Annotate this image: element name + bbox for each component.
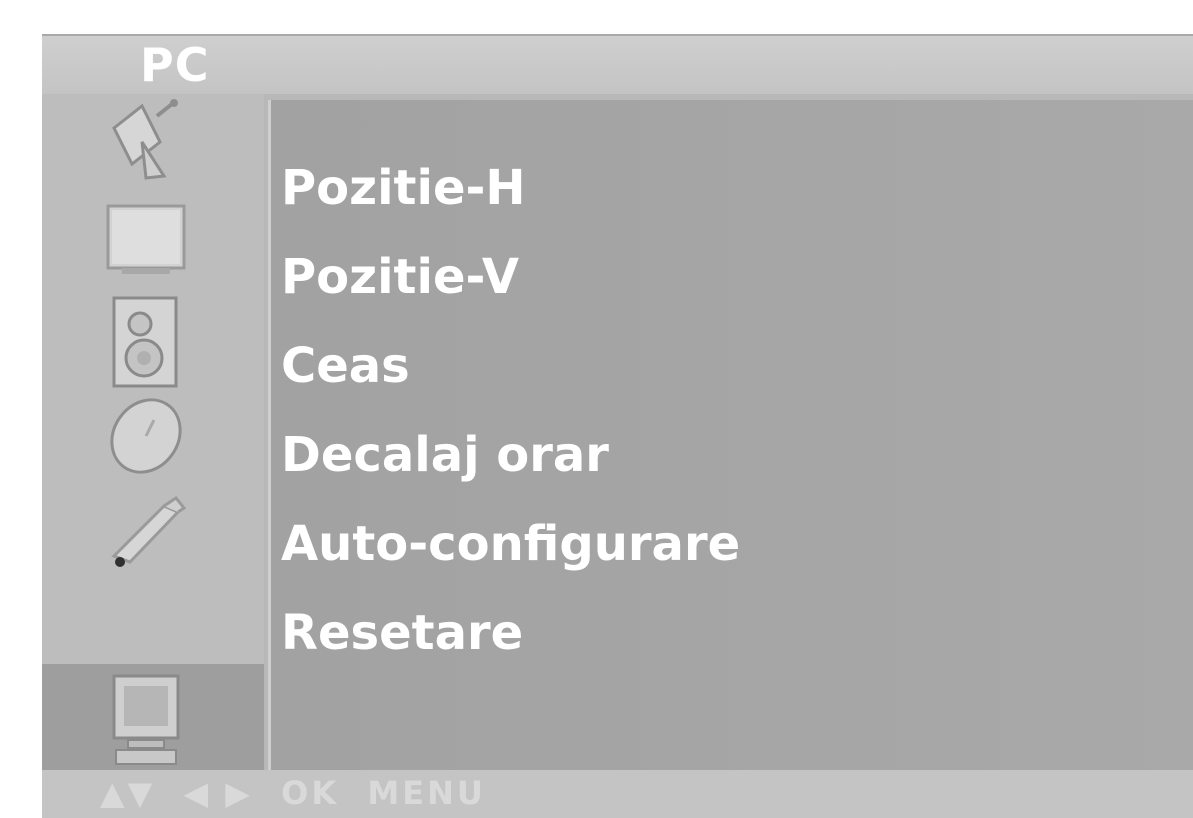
sidebar-item-special[interactable] [42,486,264,582]
sidebar-item-picture[interactable] [42,192,264,288]
menu-item-v-position[interactable]: Pozitie-V [281,249,740,338]
sidebar-item-pc[interactable] [42,664,264,770]
menu-item-reset[interactable]: Resetare [281,605,740,694]
menu-title: PC [140,38,210,92]
speaker-icon [112,296,178,388]
pc-settings-panel: Pozitie-H Pozitie-V Ceas Decalaj orar Au… [268,100,1193,770]
menu-item-auto-configure[interactable]: Auto-configurare [281,516,740,605]
menu-item-clock[interactable]: Ceas [281,338,740,427]
sidebar-item-station[interactable] [42,94,264,190]
picture-icon [106,204,186,274]
category-sidebar [42,94,264,770]
sidebar-item-sound[interactable] [42,290,264,388]
satellite-dish-icon [112,99,178,180]
navigation-hint-bar: ▲▼ ◀ ▶ OK MENU [42,770,1193,818]
special-wrench-icon [111,495,187,567]
osd-menu-window: PC Pozitie-H Pozitie-V Ceas Decalaj orar… [42,34,1193,818]
sidebar-item-time[interactable] [42,388,264,484]
menu-item-h-position[interactable]: Pozitie-H [281,160,740,249]
menu-item-phase[interactable]: Decalaj orar [281,427,740,516]
pc-menu-list: Pozitie-H Pozitie-V Ceas Decalaj orar Au… [281,160,740,694]
navigation-hint: ▲▼ ◀ ▶ OK MENU [100,774,486,812]
title-bar: PC [42,34,1193,94]
clock-icon [110,398,182,474]
pc-monitor-icon [112,674,180,765]
